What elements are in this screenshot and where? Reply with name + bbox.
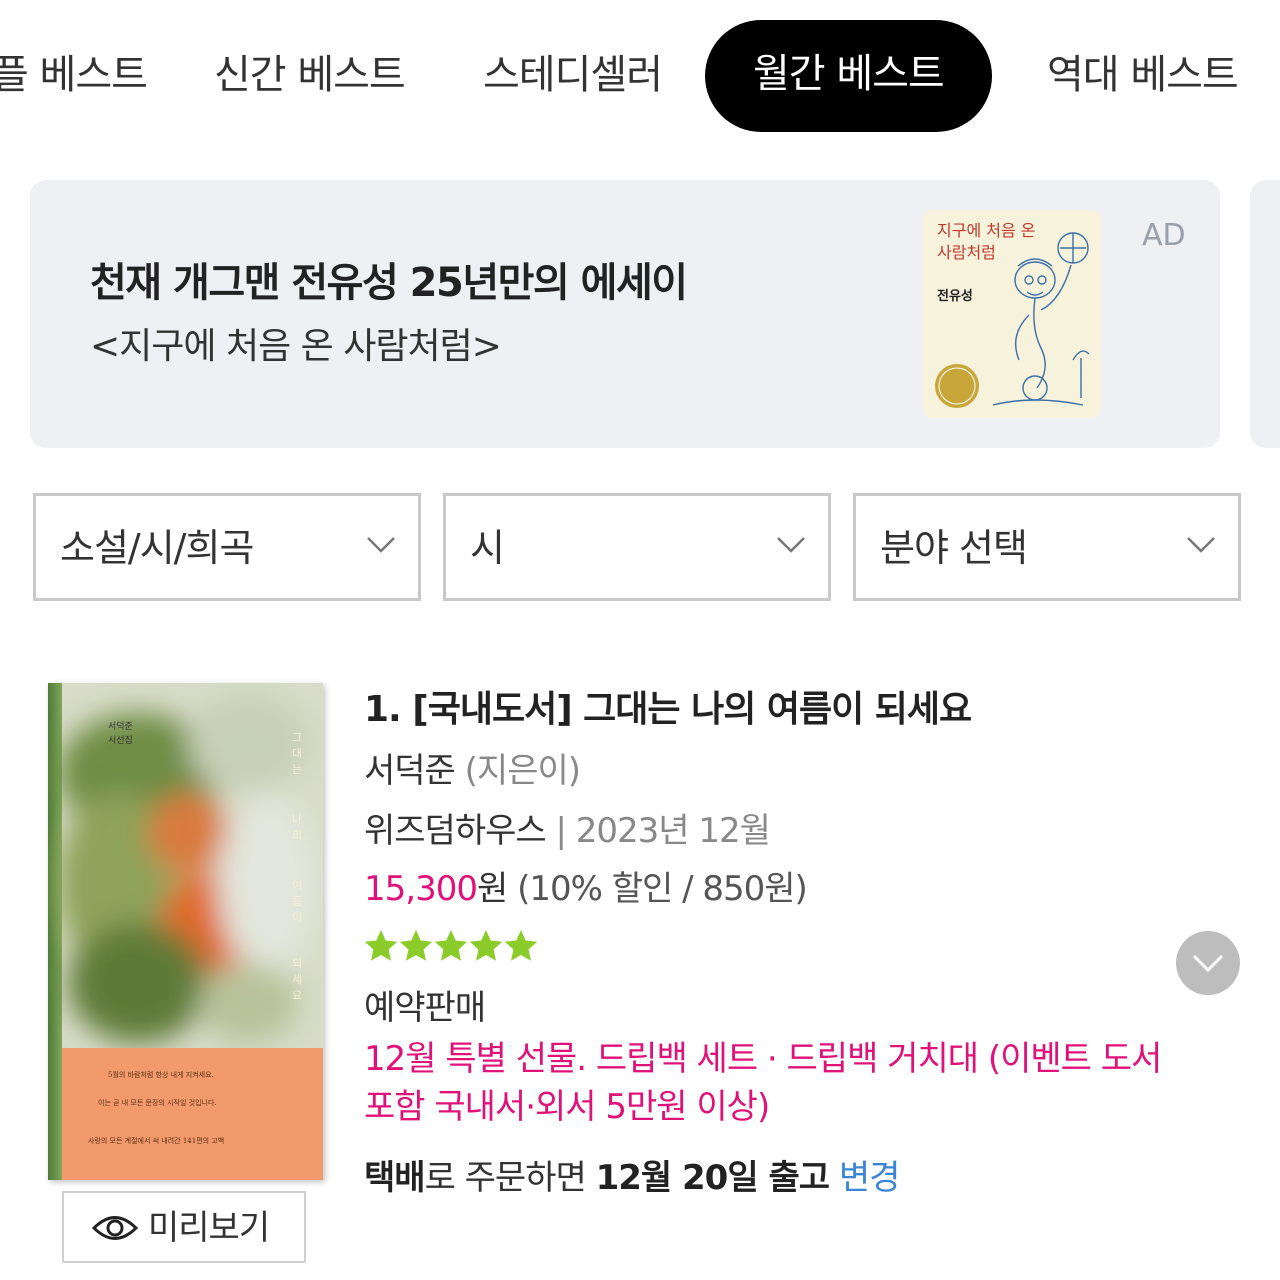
best-seller-tabs: 플 베스트 신간 베스트 스테디셀러 월간 베스트 역대 베스트 xyxy=(0,0,1280,150)
shipping-text: 로 주문하면 xyxy=(424,1158,596,1198)
svg-text:름: 름 xyxy=(292,895,302,908)
ad-cover-title-2: 사람처럼 xyxy=(937,243,996,262)
star-icon xyxy=(469,930,503,961)
star-icon xyxy=(399,930,433,961)
chevron-down-icon xyxy=(1192,954,1224,973)
book-author-role: (지은이) xyxy=(464,751,581,791)
star-icon xyxy=(364,930,398,961)
book-title[interactable]: 1. [국내도서] 그대는 나의 여름이 되세요 xyxy=(364,680,972,732)
book-author-line: 서덕준 (지은이) xyxy=(364,743,581,792)
svg-text:대: 대 xyxy=(292,747,302,760)
svg-text:그: 그 xyxy=(292,731,302,744)
book-publisher-line: 위즈덤하우스 | 2023년 12월 xyxy=(364,803,771,852)
field-filter-value: 분야 선택 xyxy=(880,526,1028,570)
change-shipping-link[interactable]: 변경 xyxy=(839,1158,901,1198)
book-price-line: 15,300원 (10% 할인 / 850원) xyxy=(364,861,808,910)
event-notice[interactable]: 12월 특별 선물. 드립백 세트 · 드립백 거치대 (이벤트 도서 포함 국… xyxy=(364,1035,1164,1131)
tab-monthly-best[interactable]: 월간 베스트 xyxy=(705,20,992,132)
ad-label: AD xyxy=(1142,218,1186,253)
svg-text:나: 나 xyxy=(292,813,302,826)
preview-button[interactable]: 미리보기 xyxy=(62,1191,306,1263)
book-pub-date: 2023년 12월 xyxy=(575,811,771,851)
discount-info: (10% 할인 / 850원) xyxy=(517,869,808,909)
shipping-info: 택배로 주문하면 12월 20일 출고 변경 xyxy=(364,1150,901,1199)
subcategory-filter-select[interactable]: 시 xyxy=(443,493,831,601)
tab-steady-seller[interactable]: 스테디셀러 xyxy=(483,40,663,110)
tab-best-partial[interactable]: 플 베스트 xyxy=(0,40,148,110)
svg-text:요: 요 xyxy=(292,989,302,1002)
category-filter-select[interactable]: 소설/시/희곡 xyxy=(33,493,421,601)
star-icon xyxy=(504,930,538,961)
shipping-space xyxy=(829,1158,839,1198)
cover-blurb-2: 이는 곧 내 모든 문장의 시작일 것입니다. xyxy=(98,1098,217,1107)
category-filter-value: 소설/시/희곡 xyxy=(60,526,254,570)
shipping-date: 12월 20일 출고 xyxy=(595,1158,830,1198)
ad-headline: 천재 개그맨 전유성 25년만의 에세이 xyxy=(90,260,688,306)
sale-status: 예약판매 xyxy=(364,988,486,1028)
tab-all-time-best[interactable]: 역대 베스트 xyxy=(1047,40,1239,110)
svg-text:세: 세 xyxy=(292,973,302,986)
svg-text:여: 여 xyxy=(292,879,302,892)
rating-stars xyxy=(364,930,538,961)
ad-cover-author: 전유성 xyxy=(937,288,973,304)
subcategory-filter-value: 시 xyxy=(470,526,505,570)
expand-details-button[interactable] xyxy=(1176,931,1240,995)
svg-text:되: 되 xyxy=(292,957,302,970)
book-publisher[interactable]: 위즈덤하우스 xyxy=(364,811,547,851)
book-cover-art: 서덕준 시선집 그대는 나의 여름이 되세요 5월의 바람처럼 항상 내게 지켜… xyxy=(48,683,323,1180)
price-currency: 원 xyxy=(476,869,508,909)
book-author[interactable]: 서덕준 xyxy=(364,751,456,791)
chevron-down-icon xyxy=(777,537,805,553)
ad-book-cover[interactable]: 지구에 처음 온 사람처럼 전유성 xyxy=(923,210,1101,418)
sale-price: 15,300 xyxy=(364,869,478,909)
next-banner-peek[interactable] xyxy=(1250,180,1280,448)
shipping-method: 택배 xyxy=(364,1158,426,1198)
eye-icon xyxy=(92,1216,138,1240)
ad-cover-title-1: 지구에 처음 온 xyxy=(937,221,1036,240)
star-icon xyxy=(434,930,468,961)
svg-text:의: 의 xyxy=(292,829,302,842)
svg-text:는: 는 xyxy=(292,763,302,776)
preview-label: 미리보기 xyxy=(148,1208,270,1248)
svg-text:이: 이 xyxy=(292,911,302,924)
field-filter-select[interactable]: 분야 선택 xyxy=(853,493,1241,601)
cover-blurb-1: 5월의 바람처럼 항상 내게 지켜세요. xyxy=(108,1070,214,1079)
cover-author-text: 서덕준 xyxy=(108,721,133,732)
cover-blurb-3: 사랑의 모든 계절에서 써 내려간 141편의 고백 xyxy=(88,1136,224,1145)
chevron-down-icon xyxy=(1187,537,1215,553)
publisher-separator: | xyxy=(555,811,568,851)
ad-cover-illustration: 지구에 처음 온 사람처럼 전유성 xyxy=(923,210,1101,418)
ad-banner[interactable]: 천재 개그맨 전유성 25년만의 에세이 <지구에 처음 온 사람처럼> 지구에… xyxy=(30,180,1220,448)
book-cover[interactable]: 서덕준 시선집 그대는 나의 여름이 되세요 5월의 바람처럼 항상 내게 지켜… xyxy=(48,683,323,1180)
ad-subtitle: <지구에 처음 온 사람처럼> xyxy=(90,326,502,367)
tab-new-best[interactable]: 신간 베스트 xyxy=(214,40,406,110)
cover-series-text: 시선집 xyxy=(108,734,133,746)
chevron-down-icon xyxy=(367,537,395,553)
